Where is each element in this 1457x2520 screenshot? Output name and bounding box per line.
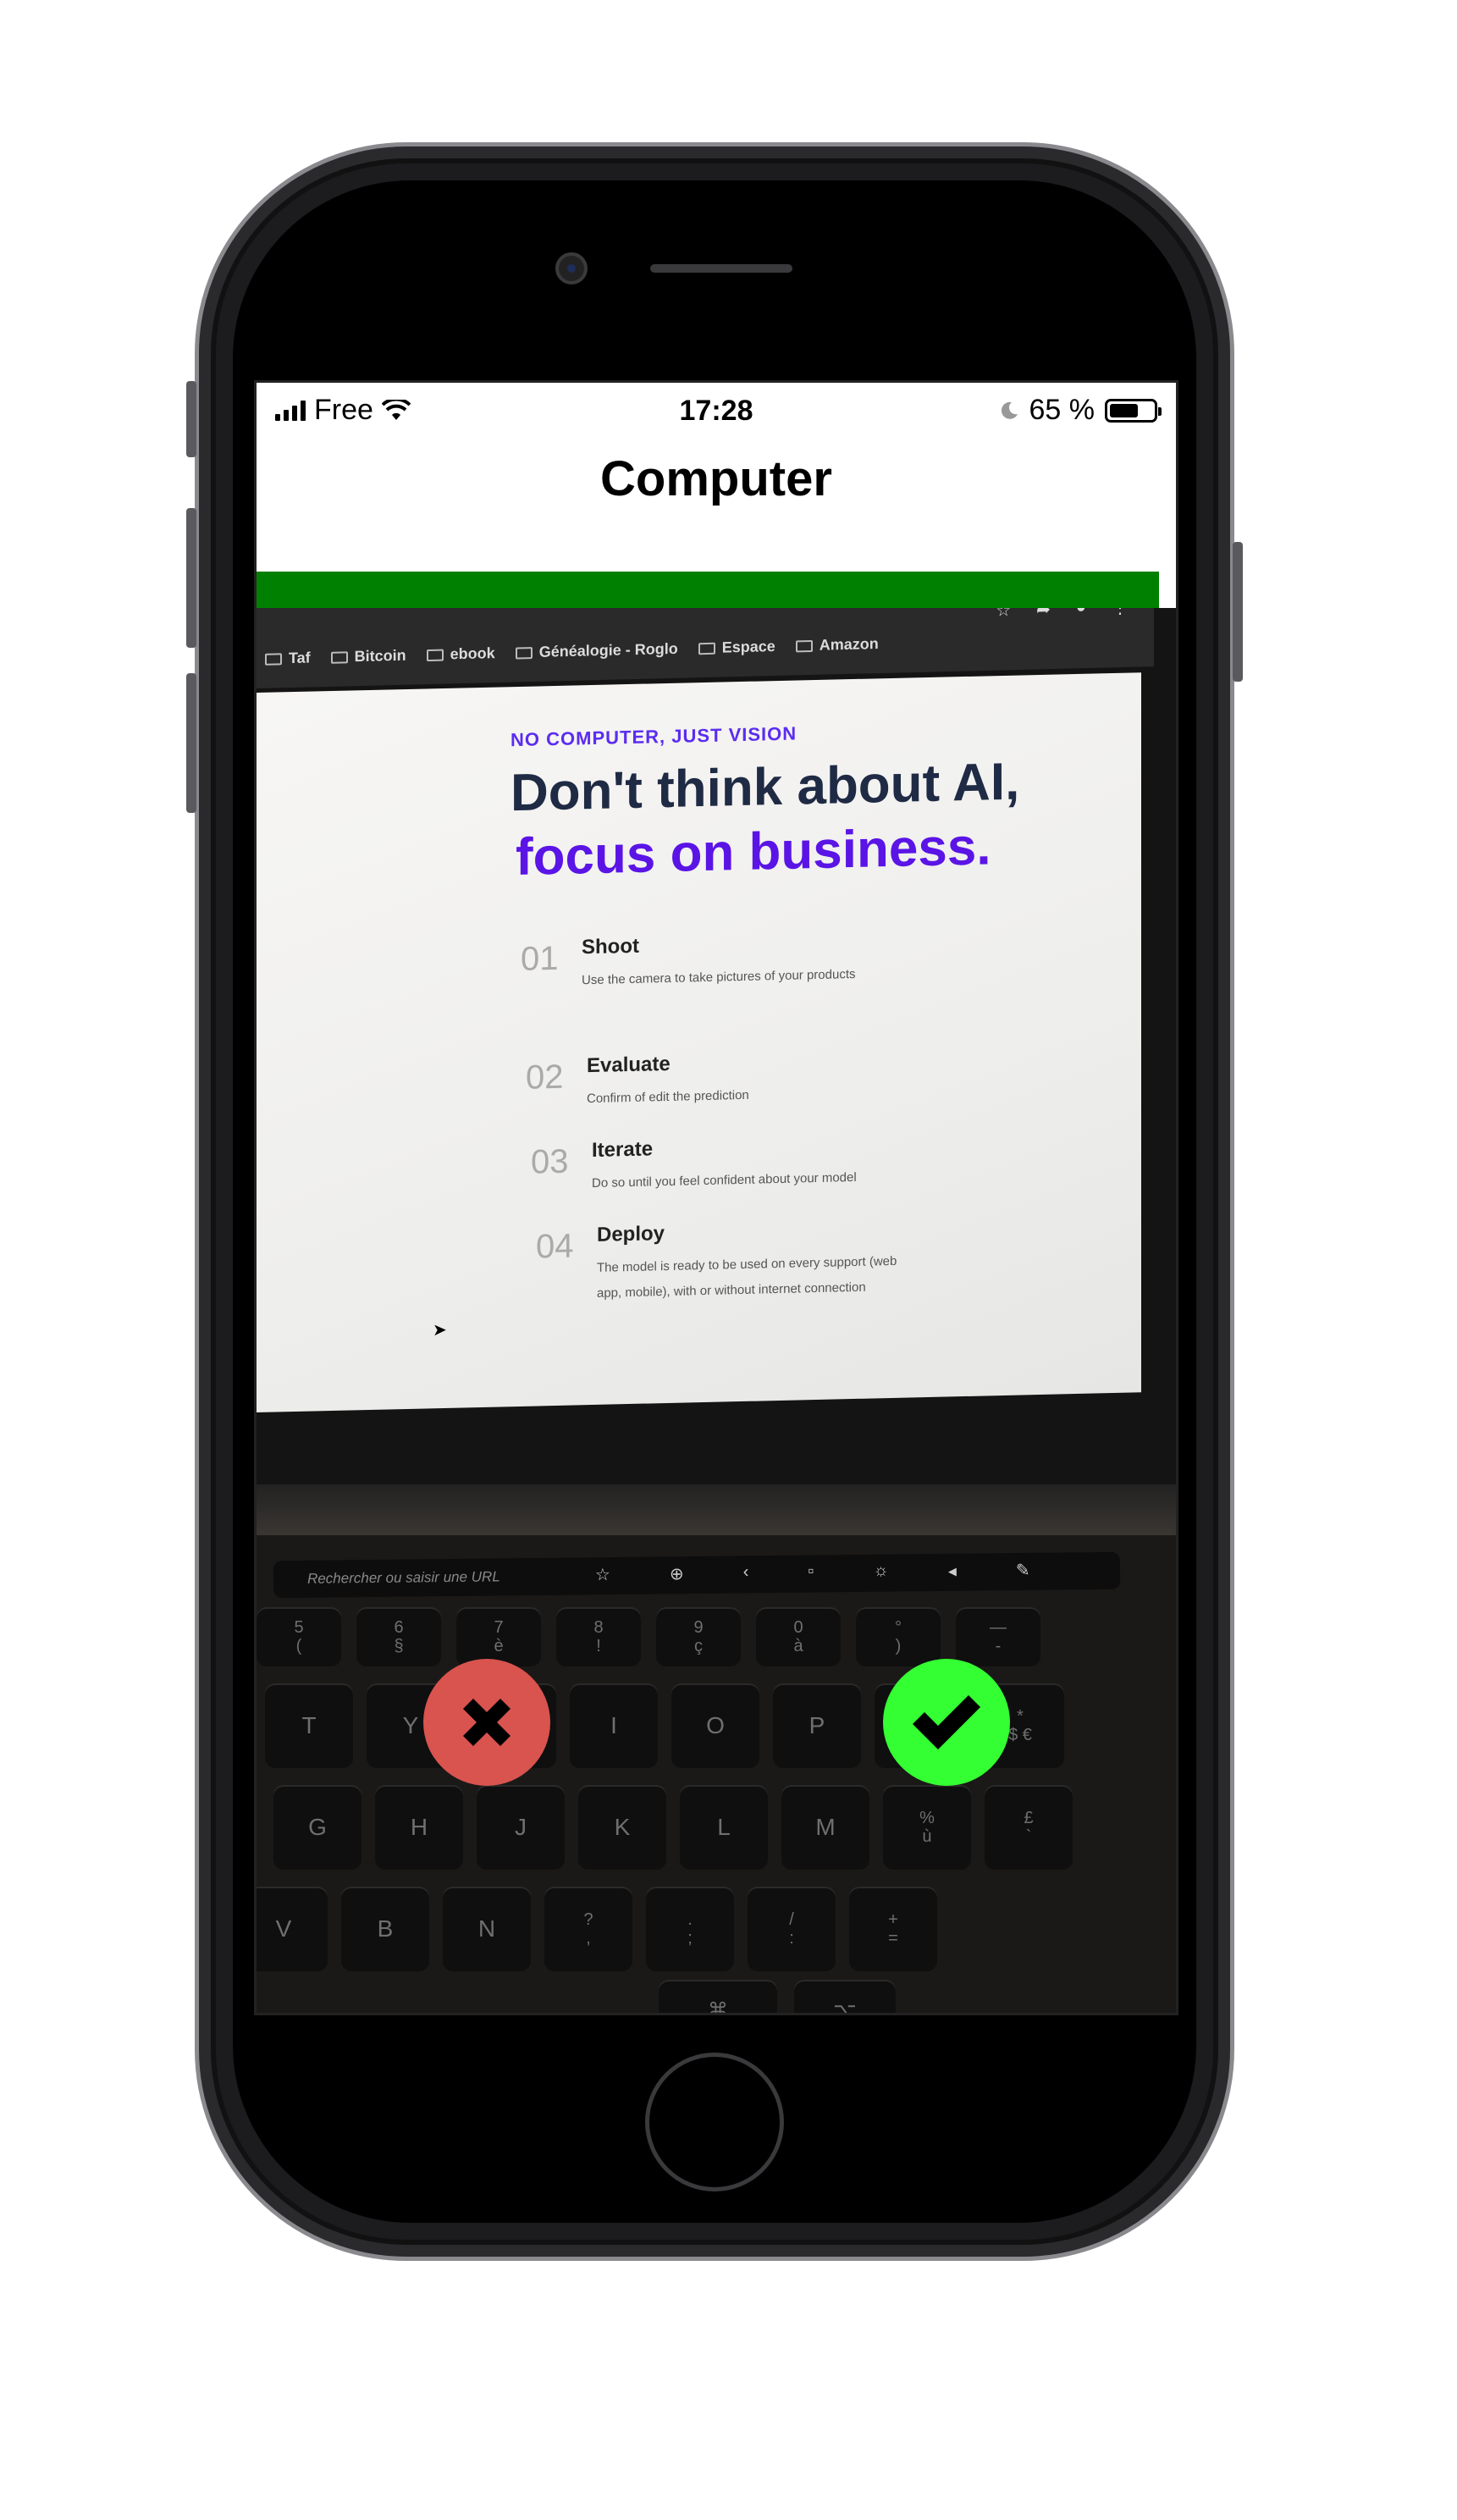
bookmark-label: Taf — [289, 649, 311, 667]
photo-key: 9 ç — [656, 1607, 741, 1666]
power-button — [1233, 542, 1243, 682]
earpiece-speaker — [650, 264, 792, 273]
touchbar-url: Rechercher ou saisir une URL — [306, 1568, 500, 1587]
reject-button[interactable] — [423, 1659, 550, 1786]
step-number: 01 — [521, 939, 559, 978]
photo-headline-1: Don't think about AI, — [511, 752, 1020, 823]
bookmark-label: ebook — [450, 644, 495, 663]
photo-key: + = — [849, 1887, 937, 1971]
prediction-bar — [257, 572, 1159, 608]
photo-key: ⌥ option — [794, 1980, 896, 2013]
photo-key: 7 è — [456, 1607, 541, 1666]
step-title: Evaluate — [587, 1052, 671, 1078]
page-title: Computer — [600, 451, 832, 506]
photo-bookmark: Généalogie - Roglo — [515, 639, 678, 662]
moon-icon — [1001, 401, 1018, 419]
bookmark-label: Amazon — [819, 635, 879, 654]
photo-key: £ ` — [985, 1785, 1073, 1870]
photo-laptop-screen: NO COMPUTER, JUST VISION Don't think abo… — [257, 672, 1141, 1412]
photo-key: 5 ( — [257, 1607, 341, 1666]
volume-up-button — [186, 508, 196, 648]
photo-key: M — [781, 1785, 869, 1870]
phone-screen: Free 17:28 65 % Computer ☆➦●⋮ Taf Bitcoin… — [254, 380, 1178, 2015]
photo-key: O — [671, 1683, 759, 1768]
step-number: 04 — [536, 1227, 574, 1266]
checkmark-icon — [913, 1695, 980, 1749]
home-button[interactable] — [645, 2053, 784, 2191]
photo-key: K — [578, 1785, 666, 1870]
battery-icon — [1105, 398, 1162, 423]
photo-key: / : — [748, 1887, 836, 1971]
step-number: 02 — [526, 1058, 564, 1097]
step-desc: Use the camera to take pictures of your … — [582, 966, 856, 988]
accept-button[interactable] — [883, 1659, 1010, 1786]
step-title: Deploy — [597, 1222, 665, 1246]
step-title: Shoot — [582, 934, 639, 959]
volume-down-button — [186, 673, 196, 813]
photo-bookmark: Bitcoin — [330, 646, 406, 666]
photo-kicker: NO COMPUTER, JUST VISION — [511, 722, 797, 751]
x-icon — [463, 1699, 511, 1746]
photo-keyboard: 5 (6 §7 è8 !9 ç0 à° )— -TYUIOP¨ ^* $ €GH… — [257, 1590, 1176, 2013]
photo-bookmark: Amazon — [795, 635, 879, 655]
battery-percent: 65 % — [1029, 394, 1096, 426]
photo-bookmark: Taf — [265, 649, 311, 667]
bookmark-label: Bitcoin — [354, 646, 406, 666]
step-title: Iterate — [592, 1137, 654, 1163]
photo-key: . ; — [646, 1887, 734, 1971]
battery-fill — [1110, 403, 1138, 417]
photo-key: 8 ! — [556, 1607, 641, 1666]
photo-bookmark: ebook — [426, 644, 495, 664]
photo-key: V — [257, 1887, 328, 1971]
status-right: 65 % — [999, 394, 1162, 427]
photo-key: T — [265, 1683, 353, 1768]
photo-key: ⌘ command — [659, 1980, 777, 2013]
folder-icon — [698, 642, 715, 655]
folder-icon — [265, 652, 282, 666]
photo-headline-2: focus on business. — [516, 817, 991, 887]
photo-key: N — [443, 1887, 531, 1971]
bookmark-label: Espace — [721, 638, 775, 656]
folder-icon — [330, 650, 348, 664]
step-desc: Confirm of edit the prediction — [587, 1087, 749, 1107]
photo-key: I — [570, 1683, 658, 1768]
photo-bookmark: Espace — [698, 638, 775, 657]
photo-key: 6 § — [356, 1607, 441, 1666]
bookmark-label: Généalogie - Roglo — [538, 639, 678, 660]
captured-photo: ☆➦●⋮ Taf Bitcoin ebook Généalogie - Roglo Es… — [257, 608, 1176, 2013]
front-camera — [555, 252, 588, 285]
photo-key: — - — [956, 1607, 1040, 1666]
step-desc: The model is ready to be used on every s… — [597, 1253, 897, 1301]
photo-key: P — [773, 1683, 861, 1768]
photo-bookmarks: Taf Bitcoin ebook Généalogie - Roglo Espace A… — [265, 635, 879, 668]
mute-switch — [186, 381, 196, 457]
photo-key: ? , — [544, 1887, 632, 1971]
photo-key: ° ) — [856, 1607, 941, 1666]
step-desc: Do so until you feel confident about you… — [592, 1169, 857, 1191]
mouse-cursor-icon: ➤ — [433, 1320, 447, 1340]
laptop-hinge — [257, 1484, 1176, 1535]
photo-key: H — [375, 1785, 463, 1870]
photo-key: L — [680, 1785, 768, 1870]
folder-icon — [515, 646, 533, 660]
photo-key: % ù — [883, 1785, 971, 1870]
touchbar-icons: ☆ ⊕ ‹ ▫ ☼ ◂ ✎ — [594, 1561, 1030, 1585]
folder-icon — [426, 649, 444, 661]
photo-key: J — [477, 1785, 565, 1870]
photo-key: 0 à — [756, 1607, 841, 1666]
photo-key: B — [341, 1887, 429, 1971]
photo-key: G — [273, 1785, 361, 1870]
status-bar: Free 17:28 65 % — [257, 383, 1176, 442]
photo-browser-icons: ☆➦●⋮ — [996, 608, 1129, 621]
folder-icon — [795, 639, 813, 652]
step-number: 03 — [531, 1142, 569, 1181]
